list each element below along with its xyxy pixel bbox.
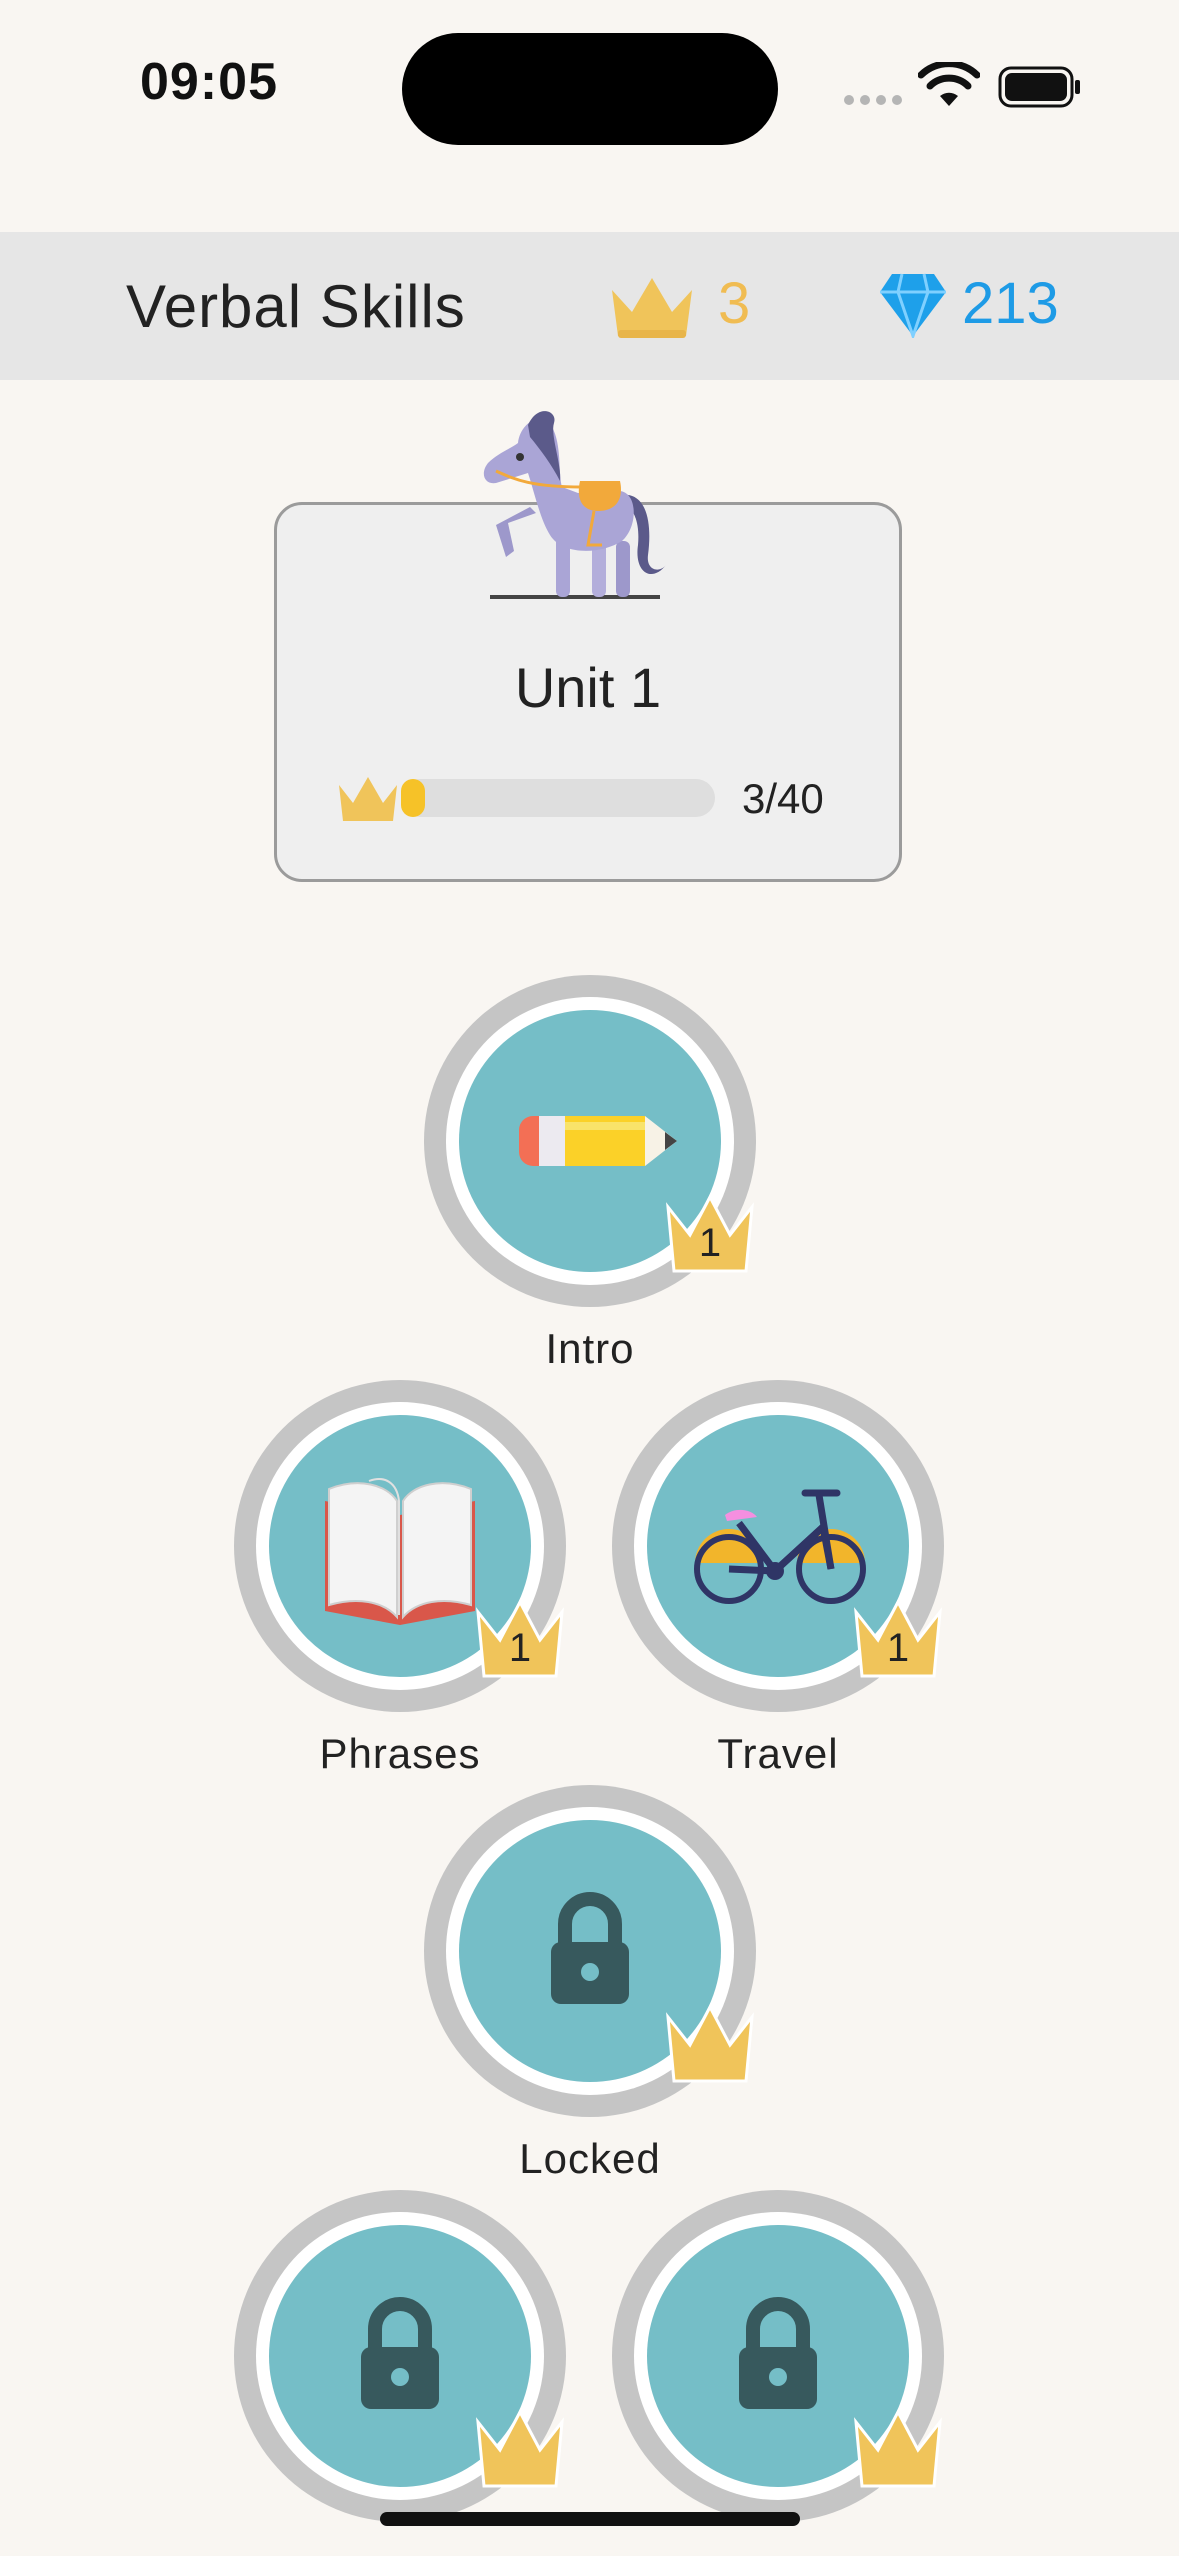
gem-count: 213 bbox=[962, 271, 1059, 336]
gem-icon[interactable] bbox=[878, 272, 948, 338]
horse-mascot-icon bbox=[483, 411, 666, 599]
top-header: Verbal Skills 3 213 bbox=[0, 232, 1179, 380]
crown-level: 1 bbox=[698, 1221, 722, 1265]
unit-progress-bar bbox=[401, 779, 715, 817]
skill-label: Locked bbox=[519, 2135, 661, 2182]
crown-badge-icon bbox=[666, 2003, 754, 2083]
unit-progress-fill bbox=[401, 779, 425, 817]
crown-badge-icon bbox=[476, 2408, 564, 2488]
home-indicator[interactable] bbox=[380, 2512, 800, 2526]
skill-label: Intro bbox=[545, 1325, 635, 1372]
dynamic-island bbox=[402, 33, 778, 145]
unit-title: Unit 1 bbox=[514, 656, 662, 719]
skill-label: Travel bbox=[717, 1730, 839, 1777]
crown-badge-icon bbox=[854, 2408, 942, 2488]
crown-count: 3 bbox=[718, 271, 751, 336]
status-time: 09:05 bbox=[140, 53, 278, 111]
skill-label: Phrases bbox=[319, 1730, 481, 1777]
crown-icon[interactable] bbox=[608, 272, 696, 344]
skill-tree-clip bbox=[0, 2190, 1179, 2556]
battery-icon bbox=[998, 66, 1080, 108]
crown-level: 1 bbox=[886, 1626, 910, 1670]
wifi-icon bbox=[918, 62, 980, 106]
crown-icon bbox=[339, 777, 397, 821]
unit-progress-text: 3/40 bbox=[742, 775, 824, 822]
page-title: Verbal Skills bbox=[126, 273, 466, 340]
signal-dots-icon bbox=[844, 95, 902, 105]
crown-level: 1 bbox=[508, 1626, 532, 1670]
status-bar: 09:05 bbox=[0, 0, 1179, 180]
